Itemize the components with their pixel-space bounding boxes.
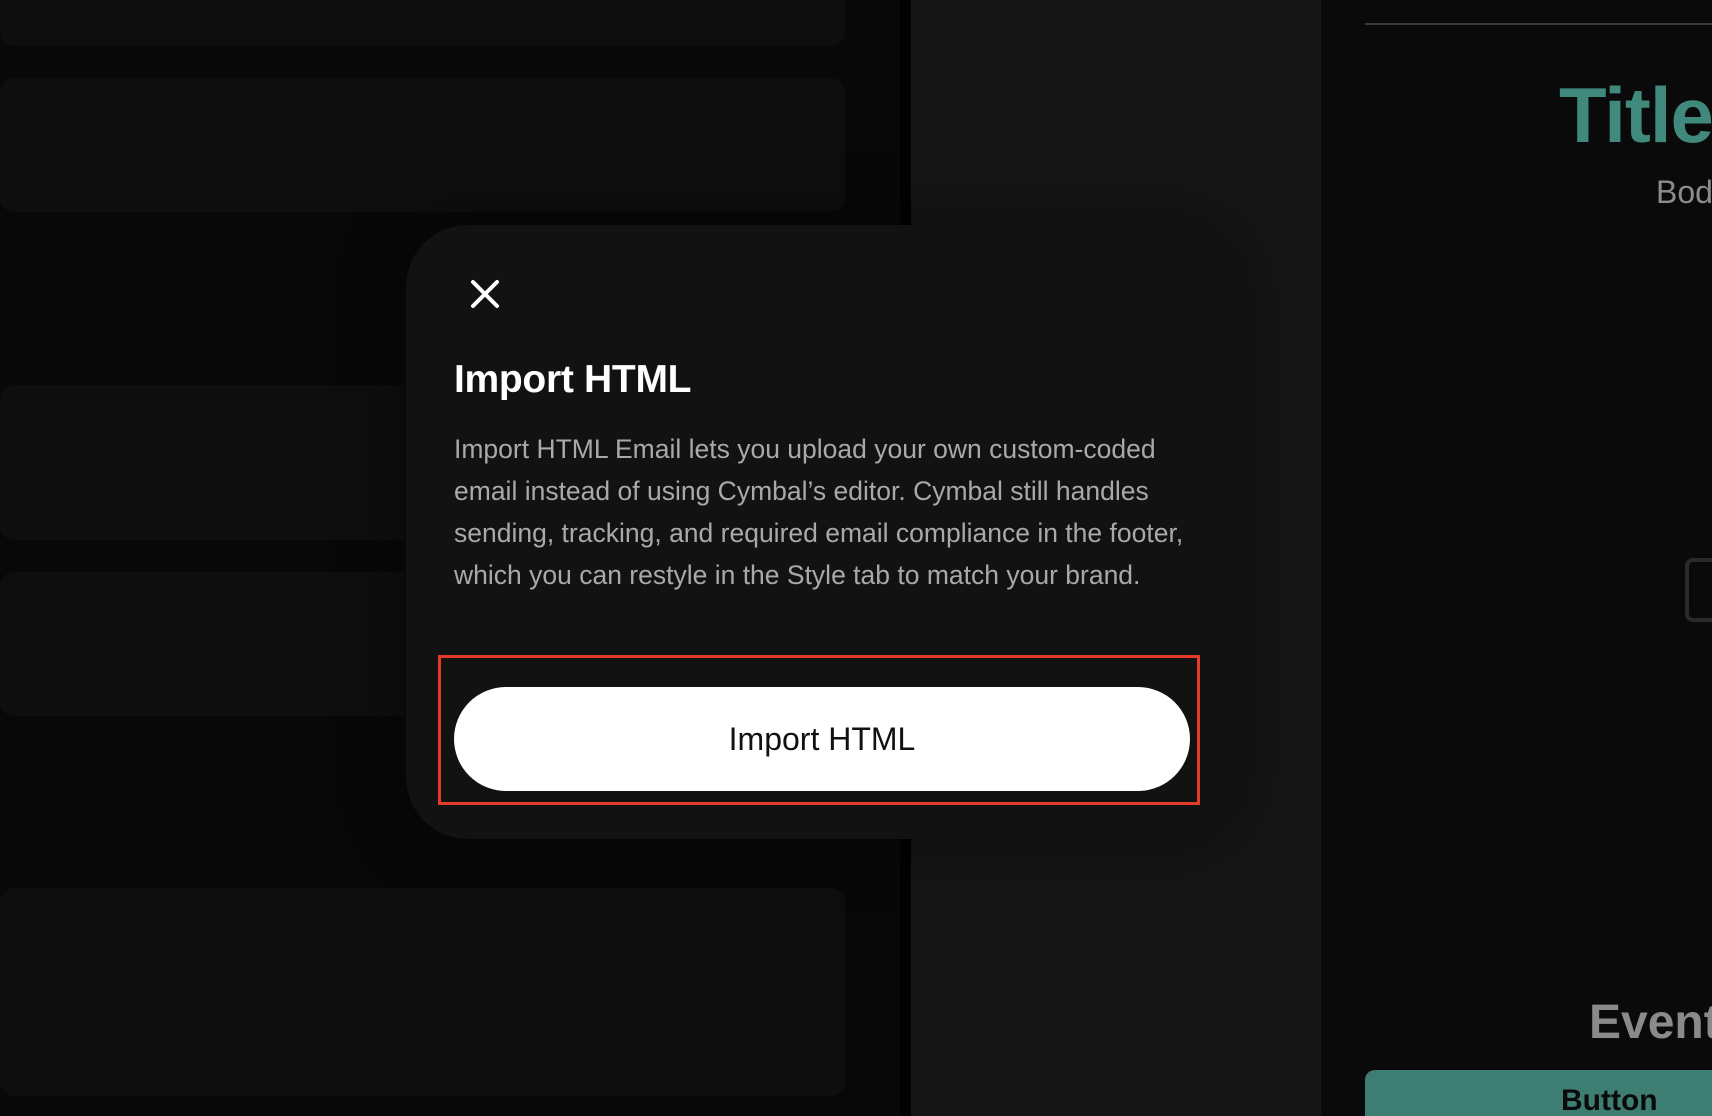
editor-block[interactable]: [0, 888, 845, 1096]
modal-title: Import HTML: [454, 358, 692, 401]
preview-button[interactable]: Button: [1365, 1070, 1712, 1116]
email-preview: Title Body Event Button: [1321, 0, 1712, 1116]
editor-block[interactable]: [0, 0, 845, 46]
preview-title: Title: [1559, 71, 1712, 159]
preview-divider: [1365, 23, 1712, 25]
close-button[interactable]: [460, 269, 510, 319]
editor-block[interactable]: [0, 78, 845, 212]
image-icon: [1685, 558, 1712, 622]
import-html-button[interactable]: Import HTML: [454, 687, 1190, 791]
modal-description: Import HTML Email lets you upload your o…: [454, 434, 1184, 590]
preview-body: Body: [1656, 174, 1712, 210]
preview-event-heading: Event: [1589, 996, 1712, 1049]
import-html-modal: Import HTML Import HTML Email lets you u…: [406, 225, 1238, 839]
close-icon: [469, 278, 501, 310]
app-root: Title Body Event Button Import HTML Impo…: [0, 0, 1712, 1116]
preview-button-label: Button: [1561, 1084, 1658, 1116]
